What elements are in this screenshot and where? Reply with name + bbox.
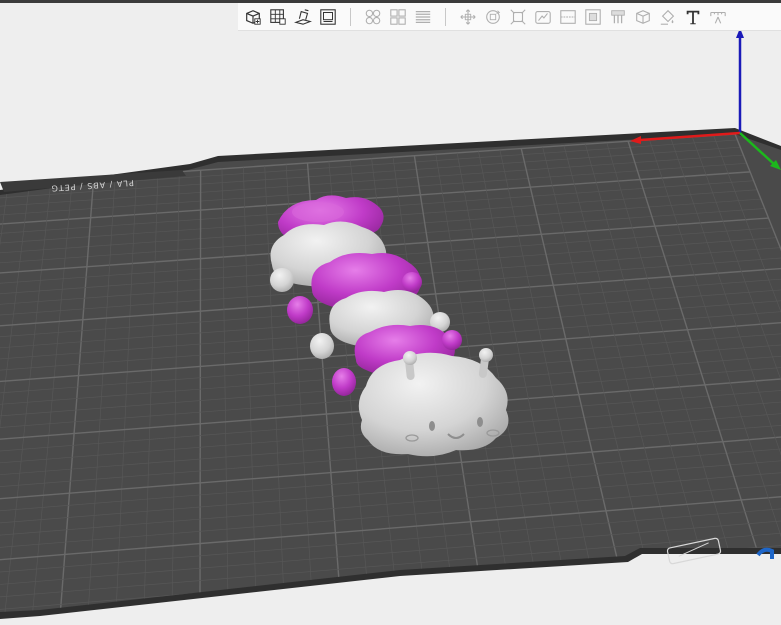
color-paint-icon (660, 9, 675, 25)
move-button[interactable] (457, 6, 479, 28)
place-on-face-icon (535, 10, 551, 24)
seam-paint-icon (636, 9, 650, 24)
toolbar-separator (445, 7, 446, 26)
text-tool-icon (686, 10, 700, 24)
scale-icon (510, 8, 526, 25)
rotate-icon (486, 9, 501, 24)
grid-line (199, 170, 202, 606)
z-axis-arrow-icon (736, 31, 744, 38)
cut-button[interactable] (557, 6, 579, 28)
cut-icon (560, 9, 576, 24)
layers-icon (415, 10, 431, 23)
right-eye (477, 417, 483, 427)
plate-settings-button[interactable] (317, 6, 339, 28)
layers-button[interactable] (412, 6, 434, 28)
3d-viewport[interactable]: PLA / ABS / PETG (0, 31, 781, 625)
split-objects-button[interactable] (362, 6, 384, 28)
measure-icon (710, 11, 726, 24)
plate-settings-icon (320, 8, 336, 25)
measure-button[interactable] (707, 6, 729, 28)
rotate-button[interactable] (482, 6, 504, 28)
mesh-boolean-button[interactable] (582, 6, 604, 28)
split-parts-icon (390, 8, 406, 25)
arrange-grid-icon (270, 8, 286, 25)
auto-orient-button[interactable] (292, 6, 314, 28)
place-on-face-button[interactable] (532, 6, 554, 28)
arrange-button[interactable] (267, 6, 289, 28)
color-paint-button[interactable] (657, 6, 679, 28)
auto-orient-icon (294, 8, 312, 25)
mesh-boolean-icon (585, 8, 601, 25)
top-toolbar (238, 3, 781, 31)
add-object-icon (246, 9, 261, 25)
seam-paint-button[interactable] (632, 6, 654, 28)
scale-button[interactable] (507, 6, 529, 28)
left-eye (429, 421, 435, 431)
text-tool-button[interactable] (682, 6, 704, 28)
toolbar-separator (350, 7, 351, 26)
add-object-button[interactable] (242, 6, 264, 28)
support-paint-icon (611, 9, 625, 23)
split-parts-button[interactable] (387, 6, 409, 28)
split-objects-icon (365, 9, 381, 24)
move-icon (460, 8, 476, 25)
support-paint-button[interactable] (607, 6, 629, 28)
